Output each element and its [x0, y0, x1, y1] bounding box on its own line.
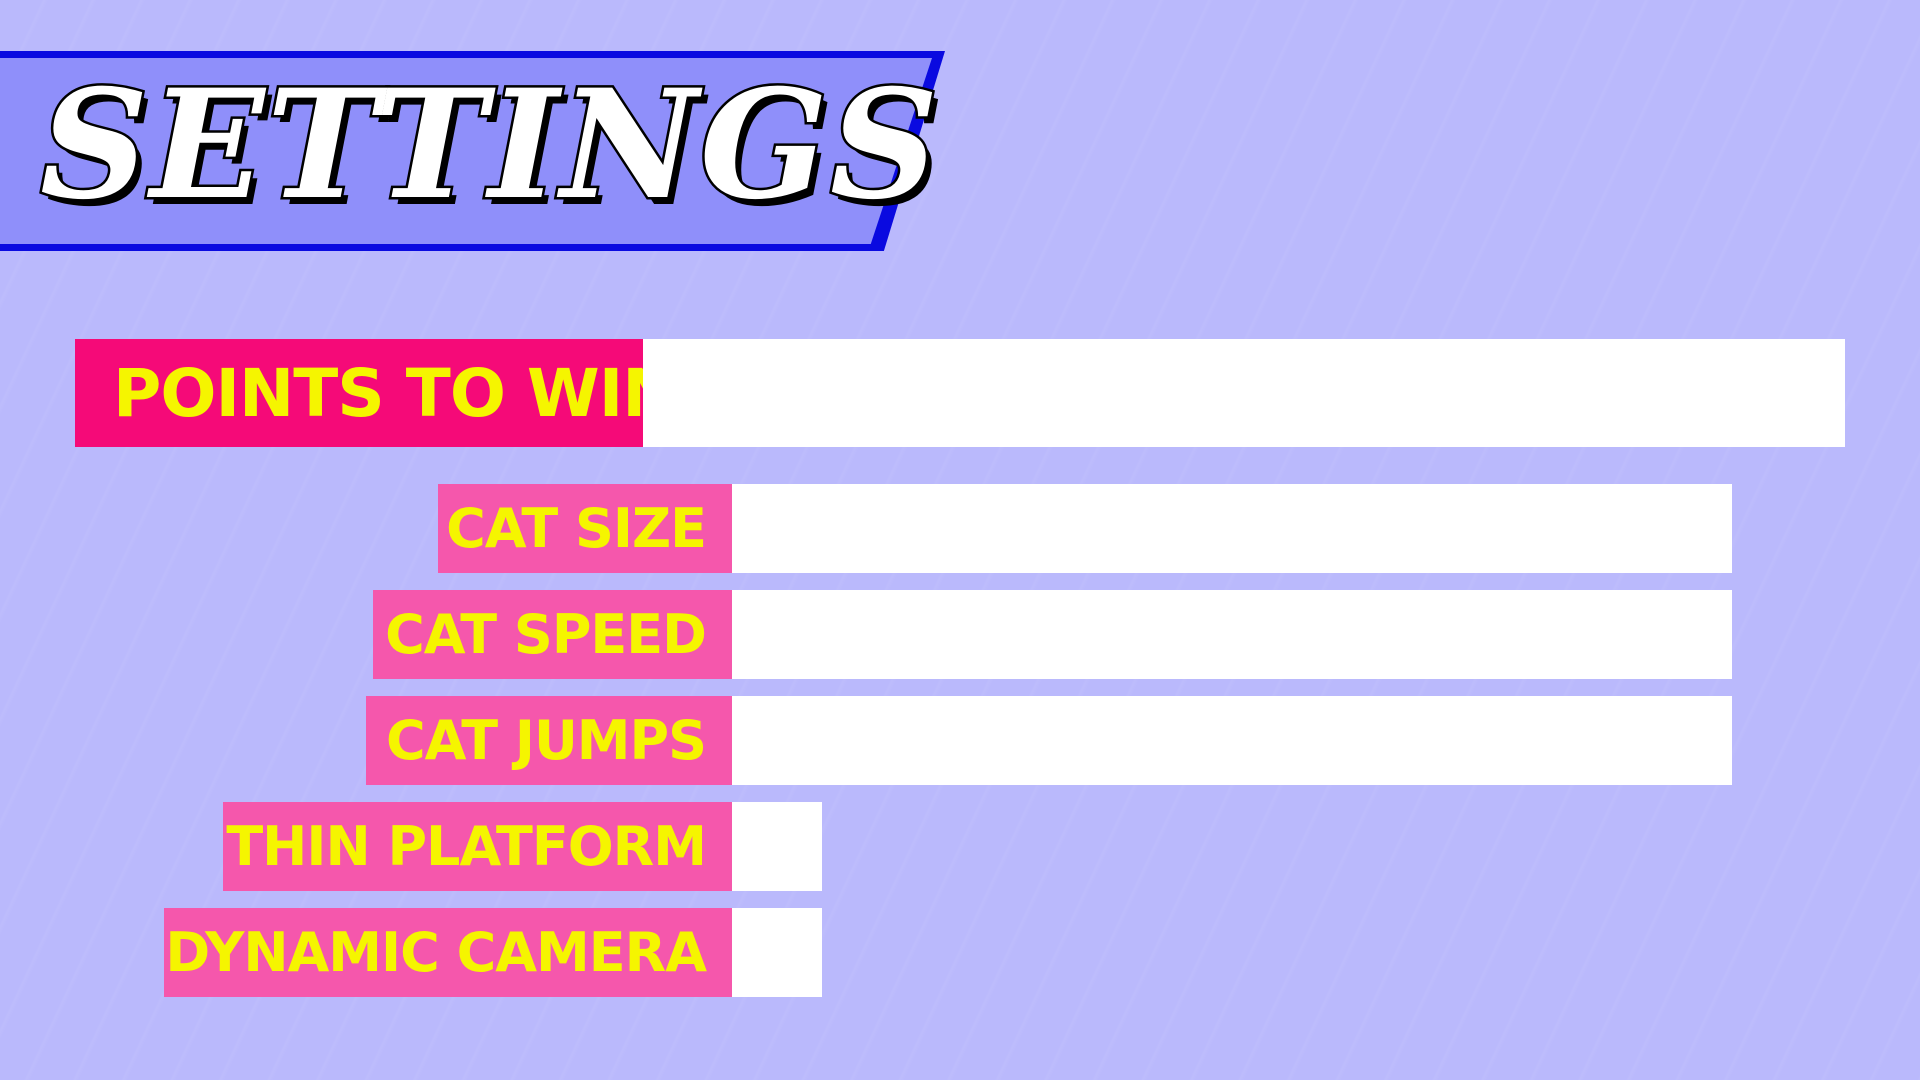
setting-label-dynamic-camera: DYNAMIC CAMERA: [164, 908, 732, 997]
setting-row-cat-size[interactable]: CAT SIZE: [438, 484, 1732, 573]
setting-value-cat-size[interactable]: [732, 484, 1732, 573]
setting-row-cat-speed[interactable]: CAT SPEED: [373, 590, 1732, 679]
setting-toggle-dynamic-camera[interactable]: [732, 908, 822, 997]
setting-value-cat-jumps[interactable]: [732, 696, 1732, 785]
setting-toggle-thin-platform[interactable]: [732, 802, 822, 891]
page-title: SETTINGS: [37, 57, 941, 233]
setting-row-thin-platform[interactable]: THIN PLATFORM: [223, 802, 822, 891]
setting-label-points-to-win: POINTS TO WIN: [75, 339, 678, 447]
setting-row-cat-jumps[interactable]: CAT JUMPS: [366, 696, 1732, 785]
setting-label-cat-jumps: CAT JUMPS: [366, 696, 732, 785]
setting-label-cat-size: CAT SIZE: [438, 484, 732, 573]
setting-label-cat-speed: CAT SPEED: [373, 590, 732, 679]
setting-value-points-to-win[interactable]: [643, 339, 1845, 447]
setting-value-cat-speed[interactable]: [732, 590, 1732, 679]
setting-row-dynamic-camera[interactable]: DYNAMIC CAMERA: [164, 908, 822, 997]
setting-row-points-to-win[interactable]: POINTS TO WIN: [75, 339, 1845, 447]
setting-label-thin-platform: THIN PLATFORM: [223, 802, 732, 891]
